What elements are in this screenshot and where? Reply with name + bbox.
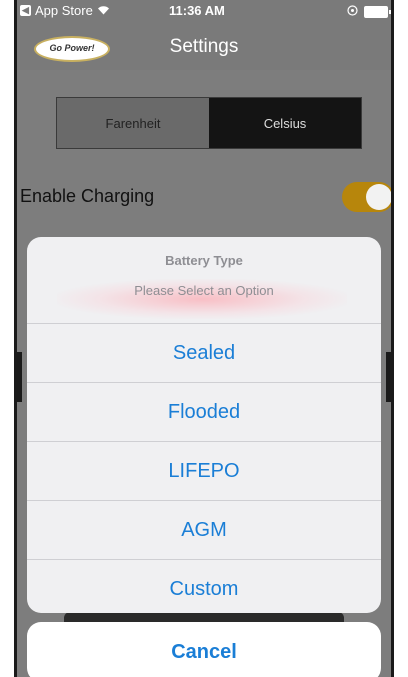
navigation-bar: Go Power! Settings: [14, 22, 394, 70]
back-to-app[interactable]: ◀ App Store: [20, 3, 110, 18]
cancel-button[interactable]: Cancel: [27, 622, 381, 677]
enable-charging-row: Enable Charging: [14, 182, 394, 212]
back-arrow-icon: ◀: [20, 5, 31, 16]
option-agm[interactable]: AGM: [27, 501, 381, 560]
page-title: Settings: [169, 36, 239, 57]
enable-charging-toggle[interactable]: [342, 182, 394, 212]
enable-charging-label: Enable Charging: [20, 186, 155, 206]
action-sheet-message: Please Select an Option: [134, 283, 274, 298]
option-sealed[interactable]: Sealed: [27, 324, 381, 383]
action-sheet-title: Battery Type: [165, 253, 243, 268]
device-frame-left: [14, 0, 17, 677]
option-flooded[interactable]: Flooded: [27, 383, 381, 442]
battery-type-action-sheet: Battery Type Please Select an Option Sea…: [27, 237, 381, 613]
device-frame-right: [391, 0, 394, 677]
phone-screen: ◀ App Store 11:36 AM Go Power! Settings …: [14, 0, 394, 677]
option-lifepo[interactable]: LIFEPO: [27, 442, 381, 501]
option-custom[interactable]: Custom: [27, 560, 381, 613]
temperature-unit-control: Farenheit Celsius: [56, 97, 362, 149]
segment-celsius[interactable]: Celsius: [209, 98, 361, 148]
battery-icon: [364, 5, 391, 18]
toggle-knob: [366, 184, 392, 210]
wifi-icon: [97, 3, 110, 18]
status-time: 11:36 AM: [169, 3, 225, 18]
status-bar: ◀ App Store 11:36 AM: [14, 0, 394, 22]
segment-farenheit[interactable]: Farenheit: [57, 98, 209, 148]
back-app-label: App Store: [35, 3, 93, 18]
location-icon: [347, 4, 358, 19]
action-sheet-header: Battery Type Please Select an Option: [27, 237, 381, 324]
